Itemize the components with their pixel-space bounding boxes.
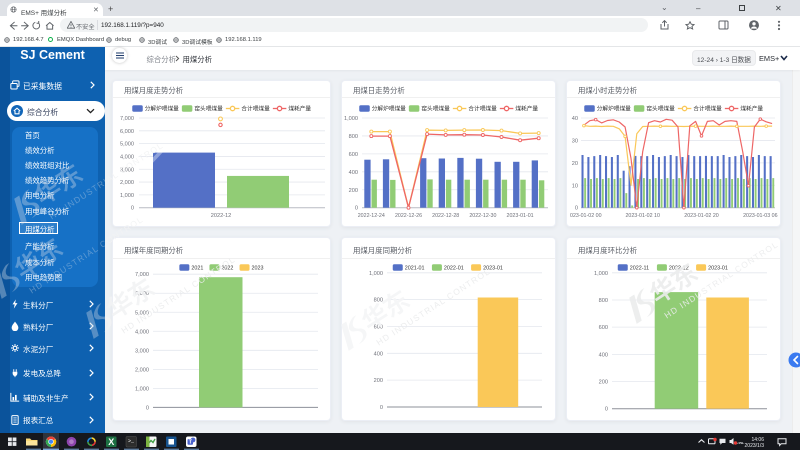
svg-text:200: 200 [349,188,358,194]
svg-text:5,000: 5,000 [120,142,134,148]
svg-text:023-01-02 00: 023-01-02 00 [570,213,602,219]
svg-text:5,000: 5,000 [135,310,149,316]
svg-text:2023-01-03 06: 2023-01-03 06 [743,213,778,219]
svg-text:窑头喂煤量: 窑头喂煤量 [646,105,675,113]
svg-text:2022-12-24: 2022-12-24 [358,213,385,219]
svg-text:3,000: 3,000 [120,167,134,173]
svg-text:200: 200 [374,378,383,384]
svg-text:0: 0 [605,407,608,413]
svg-text:合计喂煤量: 合计喂煤量 [241,105,270,113]
svg-text:600: 600 [349,152,358,158]
svg-text:1,000: 1,000 [344,116,358,122]
svg-text:600: 600 [599,325,608,331]
svg-text:40: 40 [572,116,578,122]
svg-text:7,000: 7,000 [120,116,134,122]
svg-text:800: 800 [349,134,358,140]
svg-text:窑头喂煤量: 窑头喂煤量 [421,105,450,113]
svg-text:2,000: 2,000 [135,367,149,373]
svg-text:4,000: 4,000 [135,329,149,335]
svg-text:分解炉喂煤量: 分解炉喂煤量 [145,105,179,113]
svg-text:0: 0 [355,206,358,212]
svg-text:2022-01: 2022-01 [444,266,464,272]
svg-text:0: 0 [131,206,134,212]
svg-text:0: 0 [146,405,149,411]
svg-text:2022: 2022 [221,266,233,272]
svg-text:合计喂煤量: 合计喂煤量 [468,105,497,113]
svg-text:30: 30 [572,138,578,144]
svg-text:2022-11: 2022-11 [630,266,649,272]
svg-text:7,000: 7,000 [135,272,149,278]
svg-text:600: 600 [374,324,383,330]
svg-text:2021-01: 2021-01 [405,266,425,272]
svg-text:400: 400 [599,352,608,358]
svg-text:2023-01-02 20: 2023-01-02 20 [684,213,719,219]
svg-text:2023-01-01: 2023-01-01 [507,213,534,219]
svg-text:煤耗产量: 煤耗产量 [515,105,538,113]
svg-text:X: X [108,437,114,447]
svg-text:1,000: 1,000 [120,193,134,199]
svg-text:800: 800 [599,298,608,304]
svg-text:0: 0 [380,405,383,411]
svg-text:0: 0 [575,206,578,212]
svg-text:2023-01-02 10: 2023-01-02 10 [625,213,660,219]
svg-text:10: 10 [572,183,578,189]
svg-text:2,000: 2,000 [120,180,134,186]
svg-text:2022-12-26: 2022-12-26 [395,213,422,219]
svg-text:2023-01: 2023-01 [708,266,728,272]
svg-text:20: 20 [572,161,578,167]
svg-text:煤耗产量: 煤耗产量 [740,105,763,113]
svg-text:400: 400 [374,351,383,357]
svg-text:800: 800 [374,298,383,304]
svg-text:1,000: 1,000 [369,271,383,277]
svg-text:分解炉喂煤量: 分解炉喂煤量 [372,105,406,113]
svg-text:1,000: 1,000 [135,386,149,392]
svg-text:煤耗产量: 煤耗产量 [288,105,311,113]
svg-text:2022-12: 2022-12 [669,266,689,272]
svg-text:400: 400 [349,170,358,176]
svg-text:6,000: 6,000 [135,291,149,297]
svg-text:分解炉喂煤量: 分解炉喂煤量 [597,105,631,113]
svg-text:2023-01: 2023-01 [483,266,503,272]
svg-text:4,000: 4,000 [120,154,134,160]
svg-text:2021: 2021 [191,266,203,272]
svg-text:2023/1/3: 2023/1/3 [745,443,765,449]
svg-text:2022-12: 2022-12 [211,213,232,219]
svg-text:6,000: 6,000 [120,129,134,135]
svg-text:2022-12-28: 2022-12-28 [432,213,459,219]
svg-text:3,000: 3,000 [135,348,149,354]
svg-text:200: 200 [599,380,608,386]
svg-text:合计喂煤量: 合计喂煤量 [693,105,722,113]
svg-text:窑头喂煤量: 窑头喂煤量 [194,105,223,113]
svg-text:2023: 2023 [252,266,264,272]
svg-text:2022-12-30: 2022-12-30 [469,213,496,219]
svg-text:>_: >_ [128,439,135,445]
svg-text:1,000: 1,000 [594,271,608,277]
